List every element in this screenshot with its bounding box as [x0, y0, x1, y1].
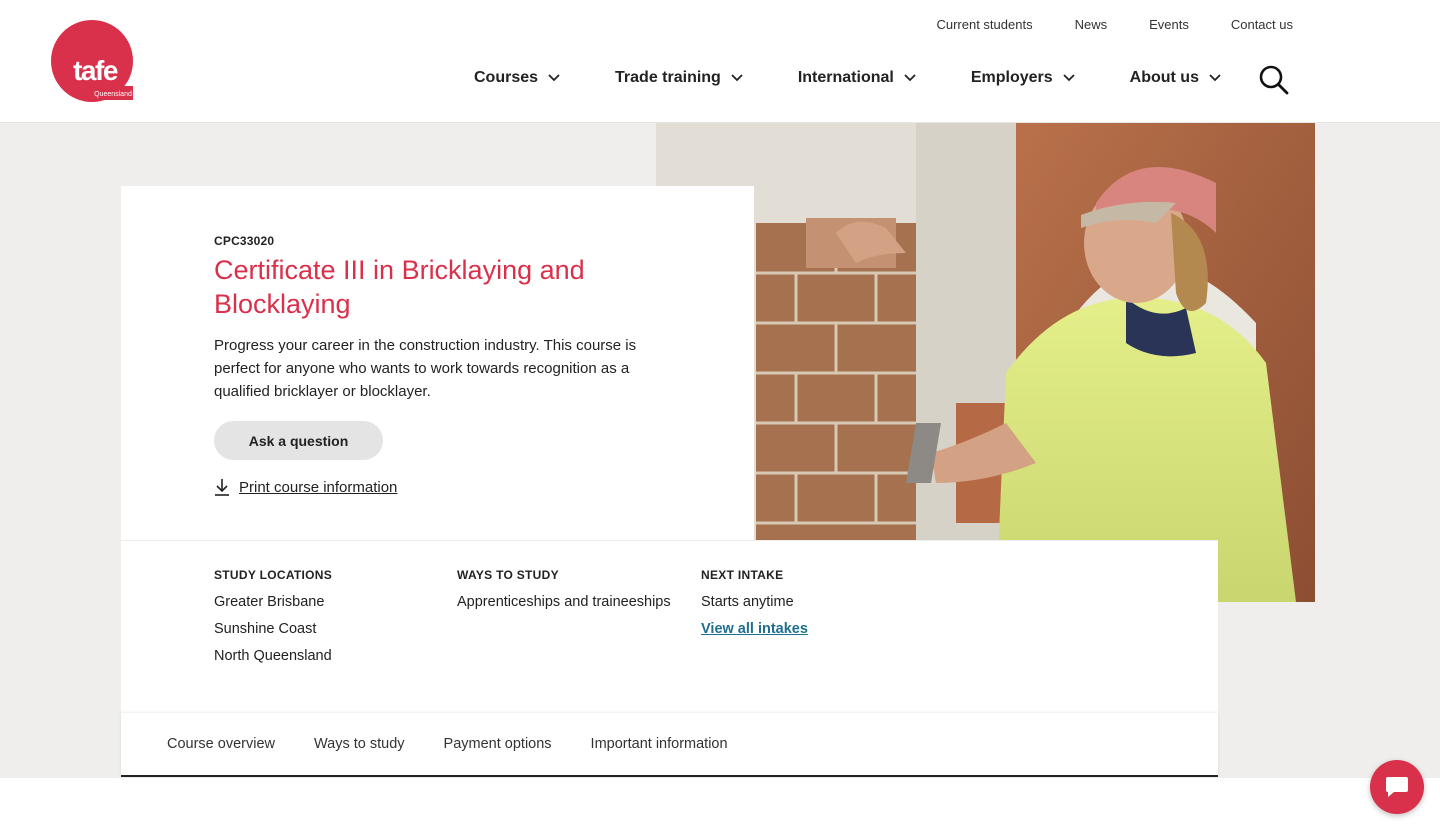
chat-button[interactable] — [1370, 760, 1424, 814]
utility-link-current-students[interactable]: Current students — [936, 17, 1032, 32]
chevron-down-icon — [731, 74, 743, 82]
download-icon — [215, 479, 229, 496]
chevron-down-icon — [904, 74, 916, 82]
location-item: North Queensland — [214, 648, 332, 664]
svg-text:Queensland: Queensland — [94, 91, 132, 98]
nav-item-about-us[interactable]: About us — [1130, 69, 1221, 87]
nav-label: About us — [1129, 69, 1199, 86]
nav-item-courses[interactable]: Courses — [474, 69, 560, 87]
svg-text:tafe: tafe — [73, 55, 118, 86]
tab-important-information[interactable]: Important information — [591, 736, 728, 752]
chevron-down-icon — [1209, 74, 1221, 82]
course-title: Certificate III in Bricklaying and Block… — [214, 255, 585, 319]
utility-link-events[interactable]: Events — [1149, 17, 1189, 32]
print-link-label: Print course information — [239, 478, 398, 496]
course-tabs: Course overview Ways to study Payment op… — [121, 713, 1218, 777]
course-info-panel: STUDY LOCATIONS Greater Brisbane Sunshin… — [121, 540, 1218, 713]
chat-icon — [1386, 777, 1408, 797]
ask-a-question-button[interactable]: Ask a question — [214, 421, 383, 460]
chevron-down-icon — [548, 74, 560, 82]
nav-item-employers[interactable]: Employers — [971, 69, 1075, 87]
tab-course-overview[interactable]: Course overview — [167, 736, 275, 752]
nav-label: International — [797, 69, 894, 86]
nav-item-trade-training[interactable]: Trade training — [615, 69, 743, 87]
next-intake-heading: NEXT INTAKE — [701, 568, 784, 582]
nav-label: Trade training — [615, 69, 721, 86]
nav-label: Courses — [474, 69, 539, 86]
utility-link-news[interactable]: News — [1075, 17, 1108, 32]
location-item: Greater Brisbane — [214, 594, 325, 610]
search-button[interactable] — [1258, 64, 1290, 96]
course-description: Progress your career in the construction… — [214, 337, 637, 400]
tab-payment-options[interactable]: Payment options — [444, 736, 552, 752]
chevron-down-icon — [1063, 74, 1075, 82]
nav-item-international[interactable]: International — [798, 69, 916, 87]
print-course-information-link[interactable]: Print course information — [214, 478, 397, 496]
site-header: tafe Queensland Current students News Ev… — [0, 0, 1440, 123]
utility-nav: Current students News Events Contact us — [936, 17, 1293, 32]
nav-label: Employers — [970, 69, 1053, 86]
utility-link-contact-us[interactable]: Contact us — [1231, 17, 1293, 32]
tafe-queensland-logo[interactable]: tafe Queensland — [51, 20, 133, 102]
study-locations: STUDY LOCATIONS Greater Brisbane Sunshin… — [214, 568, 332, 670]
next-intake: NEXT INTAKE Starts anytime View all inta… — [701, 568, 808, 643]
study-way-item: Apprenticeships and traineeships — [457, 594, 671, 610]
tab-ways-to-study[interactable]: Ways to study — [314, 736, 405, 752]
ways-to-study: WAYS TO STUDY Apprenticeships and traine… — [457, 568, 671, 616]
search-icon — [1259, 65, 1289, 95]
view-all-intakes-link[interactable]: View all intakes — [701, 616, 808, 643]
main-nav: Courses Trade training International Emp… — [474, 69, 1276, 87]
next-intake-value: Starts anytime — [701, 594, 794, 610]
ways-to-study-heading: WAYS TO STUDY — [457, 568, 559, 582]
location-item: Sunshine Coast — [214, 621, 317, 637]
study-locations-heading: STUDY LOCATIONS — [214, 568, 333, 582]
hero-image-bricklayer — [656, 123, 1315, 602]
course-code: CPC33020 — [214, 234, 275, 248]
